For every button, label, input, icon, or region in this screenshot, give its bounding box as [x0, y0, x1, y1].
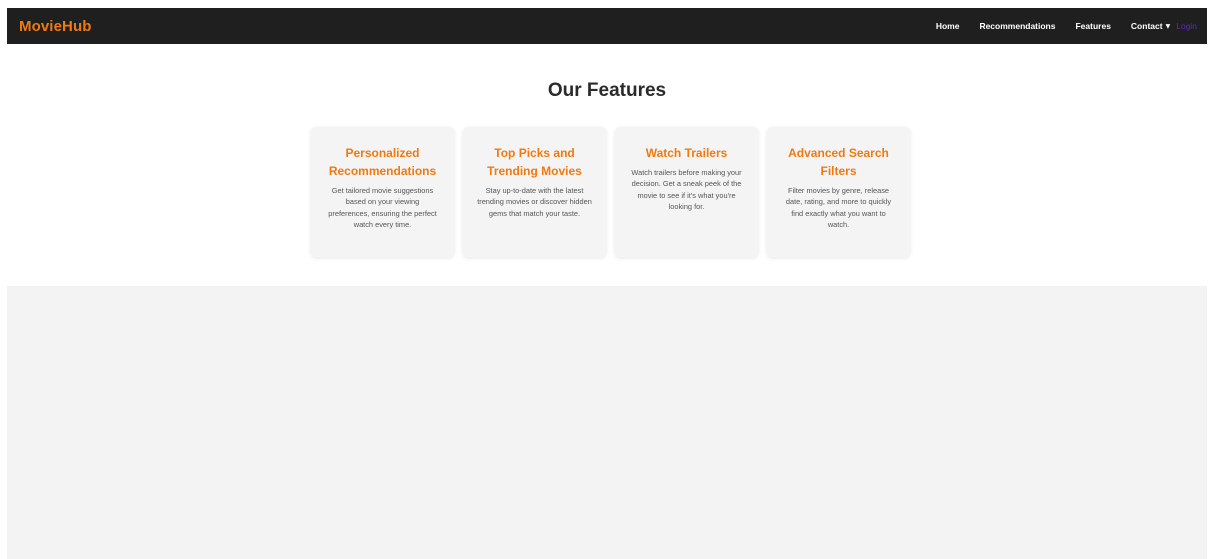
feature-card-text: Watch trailers before making your decisi… — [631, 168, 742, 211]
content-area — [7, 286, 1207, 559]
feature-card-search-filters: Advanced Search Filters Filter movies by… — [767, 127, 910, 257]
nav-links: Home Recommendations Features Contact ▼ … — [936, 21, 1197, 31]
page: MovieHub Home Recommendations Features C… — [0, 0, 1214, 559]
feature-card-trailers: Watch Trailers Watch trailers before mak… — [615, 127, 758, 257]
features-cards: Personalized Recommendations Get tailore… — [311, 127, 910, 257]
feature-card-title: Top Picks and Trending Movies — [487, 146, 582, 178]
feature-card-text: Filter movies by genre, release date, ra… — [785, 186, 892, 229]
feature-card-text: Stay up-to-date with the latest trending… — [477, 186, 592, 218]
feature-card-title: Advanced Search Filters — [788, 146, 889, 178]
nav-recommendations-link[interactable]: Recommendations — [979, 21, 1055, 31]
nav-features-link[interactable]: Features — [1075, 21, 1110, 31]
brand-logo[interactable]: MovieHub — [19, 18, 91, 35]
nav-contact-dropdown[interactable]: Contact ▼ — [1131, 21, 1170, 31]
feature-card-top-picks: Top Picks and Trending Movies Stay up-to… — [463, 127, 606, 257]
feature-card-title: Personalized Recommendations — [328, 146, 437, 178]
feature-card-text: Get tailored movie suggestions based on … — [328, 186, 437, 229]
feature-card-personalized: Personalized Recommendations Get tailore… — [311, 127, 454, 257]
nav-contact-label: Contact — [1130, 21, 1163, 31]
nav-home-link[interactable]: Home — [936, 21, 960, 31]
caret-down-icon: ▼ — [1165, 22, 1171, 30]
feature-card-title: Watch Trailers — [645, 146, 728, 160]
top-navbar: MovieHub Home Recommendations Features C… — [7, 8, 1207, 44]
features-heading: Our Features — [547, 80, 667, 101]
login-link[interactable]: Login — [1176, 21, 1197, 31]
